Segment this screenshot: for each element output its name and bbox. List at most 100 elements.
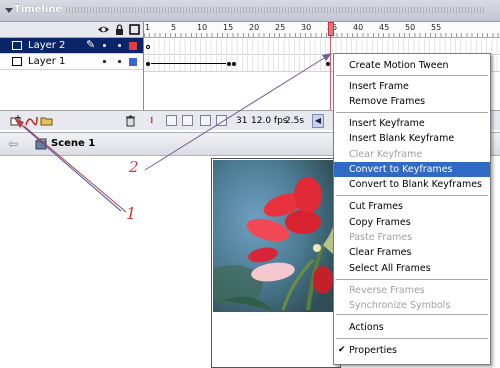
frame-rate: 12.0 fps (251, 116, 288, 126)
layers-toolbar (0, 110, 144, 130)
blank-keyframe[interactable] (146, 45, 150, 49)
keyframe[interactable] (227, 62, 231, 66)
current-frame: 31 (236, 116, 248, 126)
menu-item-paste-frames[interactable]: Paste Frames (334, 230, 490, 245)
insert-layer-icon[interactable] (10, 114, 23, 127)
menu-item-label: Cut Frames (349, 201, 403, 212)
menu-separator (336, 75, 488, 76)
layer-icon (12, 41, 22, 50)
scene-icon (35, 138, 47, 150)
ruler-tick: 5 (171, 23, 177, 32)
ruler-tick: 30 (301, 23, 312, 32)
ruler-tick: 1 (145, 23, 151, 32)
menu-separator (336, 112, 488, 113)
lock-icon[interactable] (114, 24, 125, 35)
frame-ruler[interactable]: 1510152025303540455055 (144, 22, 500, 38)
visibility-dot[interactable] (103, 60, 106, 63)
keyframe[interactable] (232, 62, 236, 66)
scroll-left-icon[interactable]: ◀ (312, 114, 324, 128)
context-menu: Create Motion Tween Insert Frame Remove Fr… (333, 53, 491, 365)
menu-item-label: Create Motion Tween (349, 60, 449, 71)
menu-item-insert-keyframe[interactable]: Insert Keyframe (334, 116, 490, 131)
layers-header (0, 22, 143, 38)
menu-separator (336, 279, 488, 280)
onion-skin-outlines-icon[interactable] (182, 115, 193, 126)
menu-item-select-all-frames[interactable]: Select All Frames (334, 261, 490, 276)
menu-item-clear-frames[interactable]: Clear Frames (334, 245, 490, 260)
center-frame-icon[interactable]: ⁞ (150, 116, 153, 126)
menu-item-label: Paste Frames (349, 232, 413, 243)
lock-dot[interactable] (118, 44, 121, 47)
checkmark-icon: ✔ (338, 345, 346, 355)
menu-item-label: Convert to Keyframes (349, 164, 453, 175)
menu-item-actions[interactable]: Actions (334, 320, 490, 335)
menu-item-label: Insert Frame (349, 81, 409, 92)
visibility-dot[interactable] (103, 44, 106, 47)
ruler-tick: 45 (379, 23, 390, 32)
onion-skin-icon[interactable] (166, 115, 177, 126)
lock-dot[interactable] (118, 60, 121, 63)
elapsed-time: 2.5s (285, 116, 305, 126)
menu-item-clear-keyframe[interactable]: Clear Keyframe (334, 147, 490, 162)
menu-item-label: Copy Frames (349, 217, 411, 228)
outline-color-swatch[interactable] (129, 58, 137, 66)
menu-separator (336, 314, 488, 315)
menu-item-label: Select All Frames (349, 263, 431, 274)
add-motion-guide-icon[interactable] (25, 114, 38, 127)
layer-name: Layer 2 (28, 40, 66, 51)
menu-separator (336, 338, 488, 339)
ruler-tick: 15 (223, 23, 234, 32)
ruler-tick: 10 (197, 23, 208, 32)
menu-item-cut-frames[interactable]: Cut Frames (334, 199, 490, 214)
menu-item-label: Properties (349, 345, 398, 356)
flower-image[interactable] (213, 160, 334, 312)
menu-item-synchronize-symbols[interactable]: Synchronize Symbols (334, 298, 490, 313)
modify-onion-markers-icon[interactable] (216, 115, 227, 126)
menu-item-label: Remove Frames (349, 96, 426, 107)
edit-multiple-frames-icon[interactable] (200, 115, 211, 126)
annotation-label-2: 2 (129, 158, 139, 176)
collapse-triangle-icon[interactable] (5, 8, 13, 13)
ruler-tick: 55 (431, 23, 442, 32)
ruler-tick: 25 (275, 23, 286, 32)
layer-name: Layer 1 (28, 56, 66, 67)
menu-item-insert-frame[interactable]: Insert Frame (334, 79, 490, 94)
keyframe[interactable] (146, 62, 150, 66)
ruler-tick: 40 (353, 23, 364, 32)
ruler-tick: 50 (405, 23, 416, 32)
menu-item-convert-to-keyframes[interactable]: Convert to Keyframes (334, 162, 490, 177)
pencil-icon: ✎ (86, 38, 96, 51)
trash-icon[interactable] (124, 114, 137, 127)
timeline-header[interactable]: Timeline (0, 0, 500, 22)
layer-row-layer-1[interactable]: Layer 1 (0, 54, 143, 70)
layers-panel: Layer 2 ✎ Layer 1 (0, 22, 144, 130)
scene-name[interactable]: Scene 1 (51, 138, 95, 149)
menu-item-copy-frames[interactable]: Copy Frames (334, 215, 490, 230)
outline-color-swatch[interactable] (129, 42, 137, 50)
menu-item-label: Actions (349, 322, 384, 333)
layer-icon (12, 57, 22, 66)
menu-item-convert-to-blank-keyframes[interactable]: Convert to Blank Keyframes (334, 177, 490, 192)
panel-grip[interactable] (66, 7, 486, 13)
annotation-label-1: 1 (126, 204, 137, 223)
menu-item-label: Clear Frames (349, 247, 412, 258)
menu-item-remove-frames[interactable]: Remove Frames (334, 94, 490, 109)
menu-item-insert-blank-keyframe[interactable]: Insert Blank Keyframe (334, 131, 490, 146)
menu-item-label: Insert Keyframe (349, 118, 425, 129)
menu-item-label: Reverse Frames (349, 285, 425, 296)
menu-item-label: Synchronize Symbols (349, 300, 451, 311)
menu-item-properties[interactable]: ✔ Properties (334, 343, 490, 358)
menu-item-reverse-frames[interactable]: Reverse Frames (334, 283, 490, 298)
menu-item-create-motion-tween[interactable]: Create Motion Tween (334, 58, 490, 73)
panel-title: Timeline (14, 4, 63, 15)
layer-row-layer-2[interactable]: Layer 2 ✎ (0, 38, 143, 54)
menu-item-label: Insert Blank Keyframe (349, 133, 455, 144)
outline-icon[interactable] (129, 24, 140, 35)
tween-arrow (151, 63, 226, 64)
eye-icon[interactable] (98, 24, 109, 35)
insert-folder-icon[interactable] (40, 114, 53, 127)
menu-item-label: Clear Keyframe (349, 149, 423, 160)
menu-separator (336, 195, 488, 196)
menu-item-label: Convert to Blank Keyframes (349, 179, 483, 190)
back-arrow-icon[interactable]: ⇦ (8, 137, 18, 151)
